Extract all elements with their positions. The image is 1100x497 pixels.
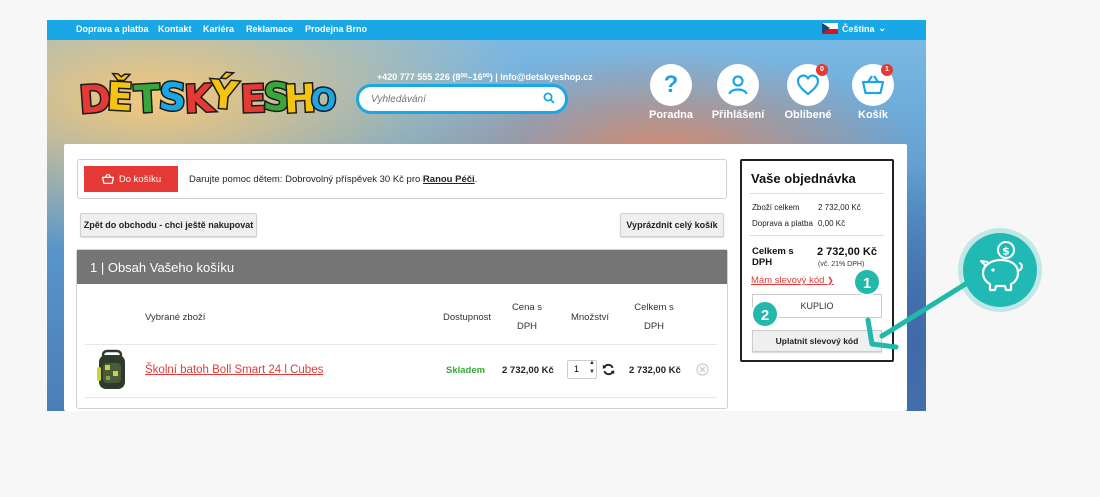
search-input[interactable] (371, 88, 541, 110)
search-icon[interactable] (543, 92, 555, 104)
row-divider (85, 397, 717, 398)
svg-text:O: O (310, 82, 337, 118)
column-header-availability: Dostupnost (442, 312, 492, 323)
help-icon: ? (663, 71, 679, 98)
subtotal-value: 2 732,00 Kč (818, 203, 861, 212)
column-header-product: Vybrané zboží (145, 312, 206, 323)
cart-heading: 1 | Obsah Vašeho košíku (77, 250, 727, 284)
shipping-value: 0,00 Kč (818, 219, 846, 228)
piggy-bank-icon: $ (980, 241, 1023, 292)
item-total: 2 732,00 Kč (629, 365, 681, 376)
chevron-down-icon: ❯ (827, 276, 834, 285)
nav-link-career[interactable]: Kariéra (203, 24, 234, 34)
search-box[interactable] (356, 84, 568, 114)
favorites-badge: 0 (816, 64, 828, 76)
chevron-down-icon: ⌄ (878, 23, 886, 33)
basket-icon (101, 173, 114, 185)
total-label: Celkem s DPH (752, 246, 794, 268)
nav-link-contact[interactable]: Kontakt (158, 24, 192, 34)
quantity-stepper-icon[interactable]: ▲ ▼ (589, 359, 595, 377)
quantity-value: 1 (574, 364, 580, 374)
cart-badge: 1 (881, 64, 893, 76)
vat-note: (vč. 21% DPH) (818, 261, 865, 268)
subtotal-label: Zboží celkem (752, 203, 800, 212)
nav-link-store-brno[interactable]: Prodejna Brno (305, 24, 367, 34)
add-donation-label: Do košíku (118, 173, 162, 185)
nav-link-shipping[interactable]: Doprava a platba (76, 24, 149, 34)
donation-text: Darujte pomoc dětem: Dobrovolný příspěve… (189, 174, 477, 185)
product-link[interactable]: Školní batoh Boll Smart 24 l Cubes (145, 364, 323, 376)
refresh-icon[interactable] (602, 363, 615, 376)
svg-text:Ý: Ý (207, 72, 240, 118)
czech-flag-icon (821, 23, 838, 34)
discount-code-link[interactable]: Mám slevový kód (751, 275, 824, 286)
order-title: Vaše objednávka (751, 171, 856, 186)
order-divider (750, 235, 884, 236)
shipping-label: Doprava a platba (752, 219, 813, 228)
user-icon (728, 75, 748, 95)
add-donation-button[interactable]: Do košíku (84, 166, 178, 192)
step-marker-2: 2 (751, 300, 779, 328)
cart-icon (861, 75, 885, 95)
item-price: 2 732,00 Kč (502, 365, 554, 376)
screenshot-frame: Doprava a platba Kontakt Kariéra Reklama… (47, 20, 926, 411)
backpack-image[interactable] (95, 349, 129, 391)
row-divider (85, 344, 717, 345)
cart-table: 1 | Obsah Vašeho košíku Vybrané zboží Do… (76, 249, 728, 409)
remove-item-icon[interactable] (696, 363, 709, 376)
order-divider (750, 193, 884, 194)
piggy-bank-badge: $ (963, 233, 1037, 307)
donation-end: . (474, 174, 478, 185)
contact-info[interactable]: +420 777 555 226 (8⁰⁰–16⁰⁰) | info@detsk… (377, 72, 593, 83)
availability-status: Skladem (446, 365, 486, 376)
empty-cart-button[interactable]: Vyprázdnit celý košík (620, 213, 724, 237)
language-selector[interactable]: Čeština ⌄ (821, 23, 886, 34)
column-header-total: Celkem s DPH (634, 302, 674, 332)
column-header-price: Cena s DPH (511, 302, 543, 332)
pointer-arrow (865, 277, 975, 350)
discount-code-toggle[interactable]: Mám slevový kód ❯ (751, 275, 834, 286)
language-label: Čeština (841, 23, 875, 34)
svg-text:$: $ (1002, 245, 1010, 258)
login-label[interactable]: Přihlášení (698, 109, 778, 121)
back-to-shop-button[interactable]: Zpět do obchodu - chci ještě nakupovat (80, 213, 257, 237)
donation-box: Do košíku Darujte pomoc dětem: Dobrovoln… (77, 159, 727, 199)
discount-code-value: KUPLIO (800, 301, 834, 311)
site-logo[interactable]: D Ě T S K Ý E S H O (77, 66, 337, 120)
help-button[interactable]: ? (650, 64, 692, 106)
login-button[interactable] (717, 64, 759, 106)
cart-label[interactable]: Košík (833, 109, 913, 121)
svg-text:Ě: Ě (106, 74, 134, 119)
nav-link-complaints[interactable]: Reklamace (246, 24, 293, 34)
donation-message: Darujte pomoc dětem: Dobrovolný příspěve… (189, 174, 421, 185)
top-navigation: Doprava a platba Kontakt Kariéra Reklama… (47, 20, 926, 40)
total-value: 2 732,00 Kč (817, 246, 877, 258)
donation-link[interactable]: Ranou Péči (423, 174, 475, 185)
column-header-quantity: Množství (570, 312, 609, 323)
heart-icon (796, 74, 820, 96)
